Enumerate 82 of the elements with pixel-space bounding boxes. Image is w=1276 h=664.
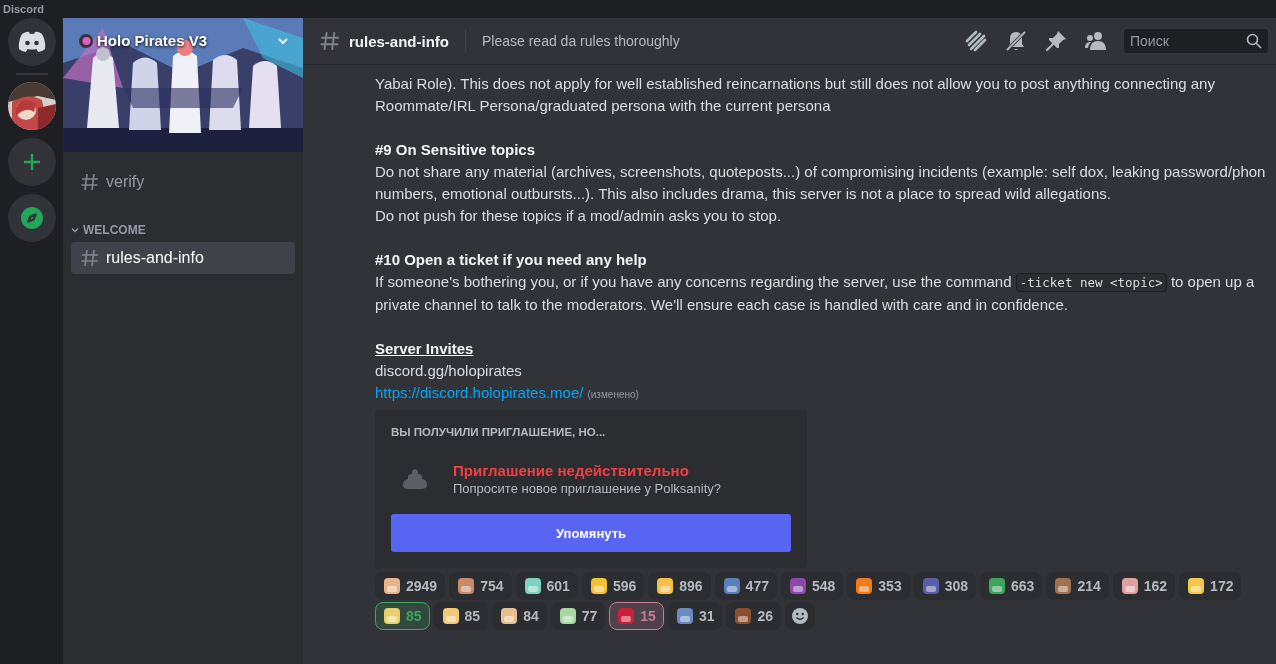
emoji-icon [523, 577, 542, 595]
emoji-icon [383, 607, 401, 625]
emoji-icon [589, 577, 608, 595]
reaction-button[interactable]: 172 [1179, 572, 1242, 600]
emoji-icon [457, 577, 476, 595]
reaction-button[interactable]: 663 [980, 572, 1043, 600]
reaction-button[interactable]: 84 [492, 602, 547, 630]
emoji-icon [988, 577, 1007, 595]
reaction-button[interactable]: 477 [714, 572, 777, 600]
emoji-icon [617, 607, 636, 625]
emoji-icon [1054, 577, 1073, 595]
server-name[interactable]: Holo Pirates V3 [97, 32, 208, 49]
rule-heading: #9 On Sensitive topics [375, 140, 537, 160]
invite-link[interactable]: https://discord.holopirates.moe/ [375, 384, 584, 401]
reaction-button[interactable]: 2949 [375, 572, 446, 600]
emoji-icon [1187, 577, 1206, 595]
category-name[interactable]: WELCOME [83, 223, 146, 237]
hash-icon [80, 172, 100, 192]
emoji-icon [656, 577, 675, 595]
add-reaction-button[interactable] [785, 602, 816, 630]
emoji-icon [855, 577, 874, 595]
emoji-icon [734, 607, 753, 625]
emoji-icon [722, 577, 741, 595]
message-text: If someone's bothering you, or if you have any concerns regarding the server, use the command -ticket new <topic> to open up a private channel to talk to the moderators. We'll ensure each case is handled with care and in confidence. [375, 272, 1256, 315]
emoji-icon [788, 577, 807, 595]
emoji-icon [558, 607, 577, 625]
muted-bell-icon[interactable] [1004, 29, 1028, 53]
app-title: Discord [3, 3, 44, 15]
discord-logo [17, 31, 46, 53]
channel-title: rules-and-info [349, 32, 449, 50]
smiley-icon [791, 607, 810, 625]
invite-title: ВЫ ПОЛУЧИЛИ ПРИГЛАШЕНИЕ, НО... [391, 426, 607, 438]
emoji-icon [441, 607, 460, 625]
add-server-button[interactable] [7, 138, 56, 186]
reaction-button[interactable]: 162 [1112, 572, 1176, 600]
inline-code: -ticket new <topic> [1015, 273, 1167, 292]
reaction-button[interactable]: 308 [913, 572, 977, 600]
rule-heading: #10 Open a ticket if you need any help [375, 250, 648, 270]
message-text: Yabai Role). This does not apply for well established reincarnations but still does not allow you to post anything connecting any Roommate/IRL Persona/graduated persona with the current persona [375, 74, 1216, 116]
pin-icon[interactable] [1044, 29, 1068, 53]
channel-item[interactable]: rules-and-info [71, 242, 295, 274]
reaction-button[interactable]: 353 [847, 572, 910, 600]
emoji-icon [1120, 577, 1139, 595]
discover-button[interactable] [7, 194, 56, 242]
reaction-button[interactable]: 77 [550, 602, 606, 630]
channel-item[interactable]: verify [71, 166, 295, 198]
message-text: Do not share any material (archives, screenshots, quoteposts...) of compromising incidents (example: self dox, leaking password/phon numbers, emotional outbursts...). This also includes drama, this server is not a place to spread wild allegations. [375, 162, 1267, 204]
reaction-button[interactable]: 214 [1046, 572, 1109, 600]
members-icon[interactable] [1084, 29, 1108, 53]
invite-status: Приглашение недействительно [453, 462, 690, 479]
hash-icon [80, 248, 100, 268]
blob-icon [401, 468, 429, 490]
chevron-down-icon[interactable] [71, 226, 79, 234]
reaction-button[interactable]: 754 [449, 572, 512, 600]
emoji-icon [383, 577, 401, 595]
message-text: discord.gg/holopirates [375, 361, 523, 381]
channel-name: rules-and-info [106, 249, 204, 267]
channel-name: verify [106, 173, 145, 191]
search-icon [1246, 33, 1262, 49]
section-title: Server Invites [375, 339, 475, 359]
threads-icon[interactable] [964, 29, 988, 53]
emoji-icon [500, 607, 519, 625]
reaction-button[interactable]: 26 [726, 602, 782, 630]
reaction-button[interactable]: 31 [667, 602, 723, 630]
reaction-button[interactable]: 596 [581, 572, 645, 600]
plus-icon [21, 152, 42, 172]
hash-icon [319, 30, 341, 52]
emoji-icon [675, 607, 694, 625]
mention-button[interactable]: Упомянуть [391, 514, 791, 552]
channel-topic: Please read da rules thoroughly [482, 33, 680, 49]
home-button[interactable] [7, 18, 56, 66]
emoji-icon [921, 577, 940, 595]
edited-note: (изменено) [587, 389, 639, 400]
reaction-button[interactable]: 601 [515, 572, 578, 600]
search-field[interactable]: Поиск [1124, 29, 1268, 53]
message-text: Do not push for these topics if a mod/admin asks you to stop. [375, 206, 783, 226]
reaction-button[interactable]: 85 [433, 602, 489, 630]
server-badge-icon [79, 33, 93, 48]
invite-hint: Попросите новое приглашение у Polksanity? [453, 481, 722, 496]
compass-icon [19, 206, 44, 230]
reaction-button[interactable]: 896 [648, 572, 711, 600]
reaction-button[interactable]: 548 [780, 572, 844, 600]
